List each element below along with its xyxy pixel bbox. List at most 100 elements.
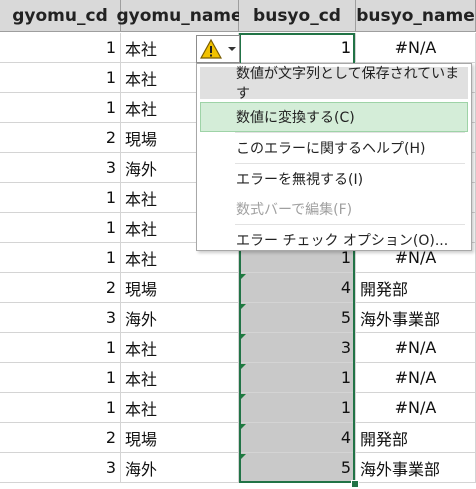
cell-value: 本社: [125, 99, 158, 119]
cell-busyo-name[interactable]: #N/A: [356, 33, 476, 63]
cell-value: 開発部: [360, 279, 409, 299]
cell-gyomu-cd[interactable]: 1: [0, 393, 121, 423]
cell-gyomu-cd[interactable]: 1: [0, 183, 121, 213]
cell-gyomu-cd[interactable]: 1: [0, 93, 121, 123]
cell-value: 開発部: [360, 429, 409, 449]
cell-gyomu-name[interactable]: 本社: [121, 393, 239, 423]
cell-value: 2: [105, 428, 116, 447]
cell-gyomu-cd[interactable]: 2: [0, 123, 121, 153]
error-indicator-triangle: [240, 364, 246, 370]
cell-value: 海外: [125, 159, 158, 179]
cell-value: 海外事業部: [360, 309, 441, 329]
cell-busyo-cd[interactable]: 3: [239, 333, 356, 363]
cell-value: 現場: [125, 279, 158, 299]
cell-busyo-name[interactable]: 開発部: [356, 423, 476, 453]
cell-value: 本社: [125, 189, 158, 209]
menu-item-help[interactable]: このエラーに関するヘルプ(H): [197, 133, 471, 163]
cell-value: 本社: [125, 69, 158, 89]
cell-value: 1: [105, 68, 116, 87]
cell-value: 5: [340, 308, 351, 327]
cell-value: 3: [105, 308, 116, 327]
cell-value: 1: [105, 98, 116, 117]
cell-value: #N/A: [394, 338, 437, 357]
cell-value: 本社: [125, 339, 158, 359]
cell-gyomu-name[interactable]: 海外: [121, 303, 239, 333]
cell-gyomu-cd[interactable]: 2: [0, 423, 121, 453]
cell-gyomu-cd[interactable]: 1: [0, 333, 121, 363]
cell-busyo-cd[interactable]: 1: [239, 363, 356, 393]
cell-value: 海外事業部: [360, 459, 441, 479]
cell-value: 本社: [125, 39, 158, 59]
cell-gyomu-name[interactable]: 本社: [121, 363, 239, 393]
error-indicator-triangle: [240, 454, 246, 460]
cell-gyomu-cd[interactable]: 1: [0, 63, 121, 93]
error-check-button[interactable]: [196, 35, 240, 63]
cell-busyo-name[interactable]: 海外事業部: [356, 453, 476, 483]
cell-gyomu-cd[interactable]: 3: [0, 303, 121, 333]
cell-value: 2: [105, 278, 116, 297]
error-indicator-triangle: [240, 334, 246, 340]
cell-gyomu-cd[interactable]: 1: [0, 243, 121, 273]
cell-value: 現場: [125, 129, 158, 149]
cell-busyo-cd[interactable]: 1: [239, 393, 356, 423]
cell-gyomu-cd[interactable]: 2: [0, 273, 121, 303]
cell-gyomu-name[interactable]: 海外: [121, 453, 239, 483]
header-busyo-name[interactable]: busyo_name: [356, 0, 476, 32]
header-gyomu-cd[interactable]: gyomu_cd: [0, 0, 121, 32]
cell-value: 4: [340, 278, 351, 297]
cell-value: 1: [105, 218, 116, 237]
cell-value: 海外: [125, 459, 158, 479]
cell-value: 3: [105, 458, 116, 477]
cell-value: 2: [105, 128, 116, 147]
cell-busyo-name[interactable]: #N/A: [356, 333, 476, 363]
cell-gyomu-cd[interactable]: 3: [0, 153, 121, 183]
cell-value: #N/A: [394, 38, 437, 57]
cell-value: 1: [340, 368, 351, 387]
cell-value: 3: [105, 158, 116, 177]
cell-value: 海外: [125, 309, 158, 329]
cell-busyo-name[interactable]: #N/A: [356, 393, 476, 423]
fill-handle[interactable]: [351, 480, 359, 488]
cell-gyomu-name[interactable]: 本社: [121, 333, 239, 363]
error-indicator-triangle: [240, 394, 246, 400]
error-indicator-triangle: [240, 304, 246, 310]
cell-busyo-name[interactable]: 海外事業部: [356, 303, 476, 333]
header-busyo-cd[interactable]: busyo_cd: [239, 0, 356, 32]
cell-gyomu-cd[interactable]: 1: [0, 33, 121, 63]
cell-busyo-cd[interactable]: 5: [239, 303, 356, 333]
cell-value: 1: [105, 368, 116, 387]
error-indicator-triangle: [240, 424, 246, 430]
cell-busyo-name[interactable]: 開発部: [356, 273, 476, 303]
cell-value: 現場: [125, 429, 158, 449]
cell-gyomu-name[interactable]: 現場: [121, 423, 239, 453]
menu-item-convert-to-number[interactable]: 数値に変換する(C): [200, 102, 468, 132]
cell-busyo-cd[interactable]: 5: [239, 453, 356, 483]
menu-header: 数値が文字列として保存されています: [200, 66, 468, 102]
cell-value: 1: [340, 398, 351, 417]
header-gyomu-name[interactable]: gyomu_name: [116, 0, 243, 32]
cell-gyomu-cd[interactable]: 1: [0, 363, 121, 393]
cell-value: 本社: [125, 399, 158, 419]
cell-busyo-cd[interactable]: 4: [239, 423, 356, 453]
cell-value: 1: [105, 338, 116, 357]
cell-value: 3: [340, 338, 351, 357]
menu-item-edit-in-formula-bar: 数式バーで編集(F): [236, 202, 353, 218]
cell-gyomu-cd[interactable]: 1: [0, 213, 121, 243]
cell-value: 本社: [125, 369, 158, 389]
cell-value: 本社: [125, 219, 158, 239]
cell-gyomu-cd[interactable]: 3: [0, 453, 121, 483]
cell-value: 1: [105, 248, 116, 267]
cell-value: #N/A: [394, 368, 437, 387]
cell-busyo-name[interactable]: #N/A: [356, 363, 476, 393]
menu-item-ignore-error[interactable]: エラーを無視する(I): [197, 164, 471, 194]
cell-value: 1: [105, 38, 116, 57]
cell-busyo-cd[interactable]: 4: [239, 273, 356, 303]
cell-value: 1: [105, 188, 116, 207]
cell-value: 1: [340, 38, 351, 57]
menu-item-error-check-options[interactable]: エラー チェック オプション(O)...: [197, 225, 471, 255]
cell-gyomu-name[interactable]: 現場: [121, 273, 239, 303]
cell-value: 5: [340, 458, 351, 477]
cell-value: 本社: [125, 249, 158, 269]
warning-icon: [200, 38, 222, 59]
active-cell[interactable]: 1: [241, 35, 353, 62]
